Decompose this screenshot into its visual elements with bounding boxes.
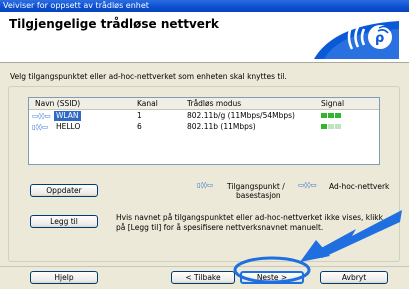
separator (0, 266, 409, 267)
next-button[interactable]: Neste > (240, 271, 304, 284)
signal-bar (328, 124, 334, 129)
adhoc-network-icon: ▭◊◊▭ (298, 181, 317, 189)
network-channel: 1 (137, 111, 142, 120)
adhoc-network-icon: ▭◊◊▭ (32, 112, 51, 120)
column-mode[interactable]: Trådløs modus (187, 99, 241, 108)
window-titlebar: Veiviser for oppsett av trådløs enhet (0, 0, 409, 12)
access-point-icon: ▯◊◊▭ (32, 123, 49, 131)
help-button[interactable]: Hjelp (30, 271, 98, 284)
instruction-text: Velg tilgangspunktet eller ad-hoc-nettve… (10, 72, 287, 81)
network-row-hello[interactable]: ▯◊◊▭ HELLO 6 802.11b (11Mbps) (29, 122, 379, 132)
network-name: HELLO (56, 122, 81, 131)
svg-text:ρ: ρ (375, 31, 384, 46)
signal-bar (321, 124, 327, 129)
back-button[interactable]: < Tilbake (171, 271, 235, 284)
column-name[interactable]: Navn (SSID) (35, 99, 80, 108)
network-mode: 802.11b/g (11Mbps/54Mbps) (187, 111, 295, 120)
network-mode: 802.11b (11Mbps) (187, 122, 256, 131)
signal-bar (321, 113, 327, 118)
window-title: Veiviser for oppsett av trådløs enhet (3, 1, 149, 10)
list-header: Navn (SSID) Kanal Trådløs modus Signal (29, 98, 379, 110)
refresh-button[interactable]: Oppdater (30, 184, 98, 197)
legend-access-point-label: Tilgangspunkt / (227, 182, 285, 191)
network-name: WLAN (54, 111, 81, 121)
page-title: Tilgjengelige trådløse nettverk (9, 17, 219, 31)
add-button[interactable]: Legg til (30, 215, 98, 228)
signal-bar (328, 113, 334, 118)
cancel-button[interactable]: Avbryt (320, 271, 388, 284)
legend-base-station-label: basestasjon (236, 191, 281, 200)
legend-access-point: Tilgangspunkt / basestasjon (227, 182, 297, 200)
network-list[interactable]: Navn (SSID) Kanal Trådløs modus Signal ▭… (28, 97, 380, 165)
wizard-header: Tilgjengelige trådløse nettverk ρ (0, 12, 409, 63)
network-channel: 6 (137, 122, 142, 131)
signal-bar (335, 113, 341, 118)
access-point-icon: ▯◊◊▭ (197, 181, 214, 189)
help-text: Hvis navnet på tilgangspunktet eller ad-… (116, 213, 383, 232)
network-row-wlan[interactable]: ▭◊◊▭ WLAN 1 802.11b/g (11Mbps/54Mbps) (29, 111, 379, 121)
signal-bar (335, 124, 341, 129)
legend-adhoc: Ad-hoc-nettverk (329, 182, 390, 191)
wireless-logo-icon: ρ (304, 15, 399, 59)
column-channel[interactable]: Kanal (137, 99, 158, 108)
column-signal[interactable]: Signal (321, 99, 344, 108)
